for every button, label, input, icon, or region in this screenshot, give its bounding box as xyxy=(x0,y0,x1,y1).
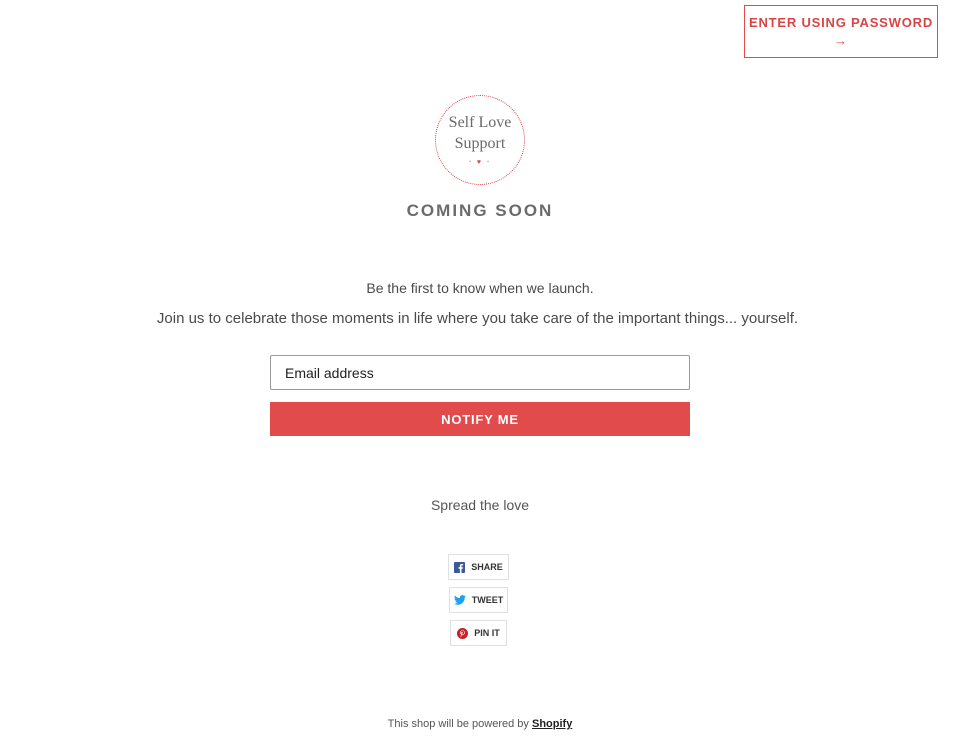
share-label: SHARE xyxy=(471,562,503,572)
pinterest-share-button[interactable]: PIN IT xyxy=(450,620,507,646)
shop-logo: Self Love Support • ♥ • xyxy=(435,95,525,185)
enter-using-password-button[interactable]: ENTER USING PASSWORD → xyxy=(744,5,938,58)
shopify-link[interactable]: Shopify xyxy=(532,718,572,730)
spread-heading: Spread the love xyxy=(430,497,530,513)
email-input[interactable] xyxy=(270,355,690,390)
tweet-label: TWEET xyxy=(471,595,504,605)
pin-it-label: PIN IT xyxy=(474,628,500,638)
logo-line-2: Support xyxy=(454,135,506,152)
password-button-label: ENTER USING PASSWORD xyxy=(748,14,934,30)
launch-subtitle: Be the first to know when we launch. xyxy=(366,280,594,296)
launch-description: Join us to celebrate those moments in li… xyxy=(156,310,799,327)
page-title: COMING SOON xyxy=(406,201,554,220)
notify-me-button[interactable]: NOTIFY ME xyxy=(270,402,690,436)
arrow-right-icon: → xyxy=(834,32,848,48)
footer-text: This shop will be powered by xyxy=(387,718,529,730)
footer-powered-by: This shop will be powered by Shopify xyxy=(0,718,960,730)
hearts-icon: • ♥ • xyxy=(468,158,492,166)
facebook-icon xyxy=(454,561,466,573)
twitter-share-button[interactable]: TWEET xyxy=(449,587,508,613)
pinterest-icon xyxy=(457,627,469,639)
twitter-icon xyxy=(453,595,466,605)
facebook-share-button[interactable]: SHARE xyxy=(448,554,509,580)
logo-line-1: Self Love xyxy=(448,114,512,131)
